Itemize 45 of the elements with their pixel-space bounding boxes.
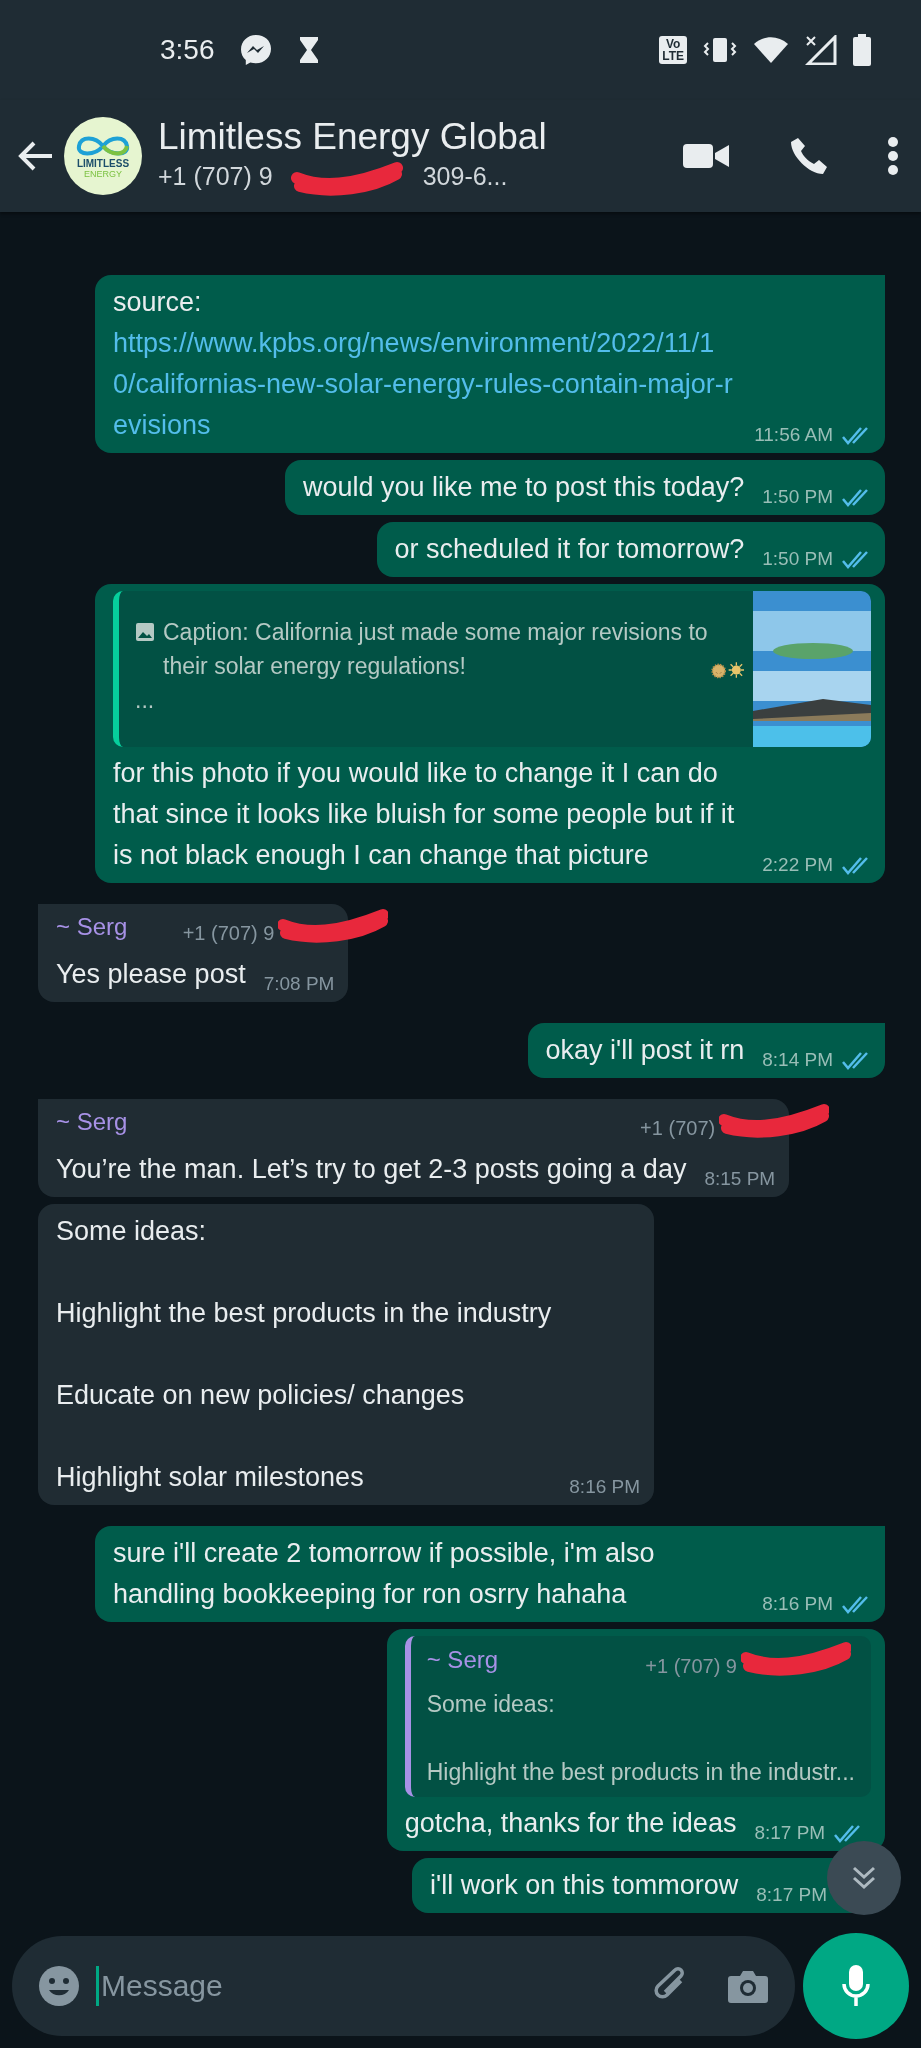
phone-number: +1 (707) 9 [645, 1655, 737, 1677]
message-time: 8:15 PM [704, 1168, 776, 1189]
quoted-message[interactable]: ~ Serg +1 (707) 9 Some ideas: Highlight the best products in the industr... [404, 1636, 871, 1797]
quoted-text: Highlight the best products in the industr... [426, 1758, 855, 1787]
message-time: 7:08 PM [263, 973, 335, 994]
message-time: 1:50 PM [762, 486, 833, 507]
message-time: 8:17 PM [756, 1884, 827, 1905]
quoted-message[interactable]: Caption: California just made some major revisions to their solar energy regulations! ... [113, 591, 871, 747]
message-time: 8:16 PM [762, 1593, 833, 1614]
message-text: okay i'll post it rn [545, 1034, 745, 1067]
volte-text: Vo [665, 38, 681, 50]
message-text: sure i'll create 2 tomorrow if possible, i'm also handling bookkeeping for ron osrry hahaha [113, 1537, 656, 1611]
volte-text: LTE [662, 50, 684, 62]
message-text: i'll work on this tommorow [430, 1869, 739, 1902]
message-text: gotcha, thanks for the ideas [404, 1807, 737, 1840]
logo-text: ENERGY [84, 168, 122, 179]
message-time: 2:22 PM [762, 854, 833, 875]
message-text: You’re the man. Let’s try to get 2-3 posts going a day [56, 1153, 687, 1186]
sender-name: ~ Serg [56, 1107, 128, 1137]
ellipsis-text: ... [135, 686, 156, 715]
quoted-sender-name: ~ Serg [426, 1645, 499, 1675]
chat-title: Limitless Energy Global [158, 116, 548, 158]
message-text: or scheduled it for tomorrow? [394, 533, 745, 566]
message-text: would you like me to post this today? [303, 471, 745, 504]
message-time: 1:50 PM [762, 548, 833, 569]
message-time: 11:56 AM [754, 424, 833, 445]
quoted-text: Some ideas: [426, 1690, 556, 1719]
message-time: 8:17 PM [754, 1822, 826, 1843]
avatar-logo[interactable]: LIMITLESS ENERGY [64, 117, 142, 195]
message-text: source: [113, 287, 202, 317]
message-text: for this photo if you would like to change it I can do that since it looks like bluish for some people but if it is not black enough I can change that picture [113, 757, 736, 872]
quoted-caption: Caption: California just made some major revisions to their solar energy regulations! [163, 618, 709, 681]
logo-text: LIMITLESS [76, 157, 130, 169]
message-time: 8:14 PM [762, 1049, 833, 1070]
clock-time: 3:56 [160, 33, 215, 67]
placeholder-text: Message [96, 1965, 635, 2006]
sender-name: ~ Serg [56, 912, 128, 942]
message-time: 8:16 PM [569, 1476, 641, 1497]
phone-number: +1 (707) 9 [182, 922, 275, 944]
phone-number: +1 (707) [640, 1117, 716, 1139]
phone-number: +1 (707) 9 [158, 161, 273, 190]
message-link[interactable]: https://www.kpbs.org/news/environment/2022/11/10/californias-new-solar-energy-rules-contain-major-revisions [113, 323, 737, 446]
message-input-field[interactable]: Message [12, 1935, 795, 2036]
message-text: Yes please post [56, 958, 246, 991]
phone-number: 309-6... [422, 161, 508, 190]
